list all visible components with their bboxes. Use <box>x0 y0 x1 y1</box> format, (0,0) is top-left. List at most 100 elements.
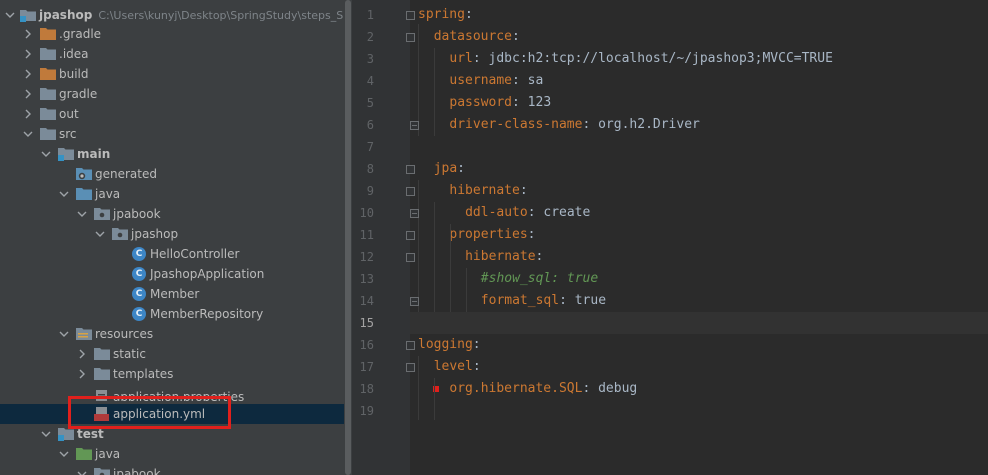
tree-item-java[interactable]: java <box>0 184 344 204</box>
chevron-right-icon[interactable] <box>22 108 34 120</box>
tree-root-jpashop[interactable]: jpashop C:\Users\kunyj\Desktop\SpringStu… <box>0 5 344 25</box>
fold-start-icon[interactable] <box>406 363 415 372</box>
chevron-right-icon[interactable] <box>76 348 88 360</box>
fold-end-icon[interactable] <box>410 297 419 306</box>
tree-item-label: src <box>59 127 77 141</box>
indent-guide <box>434 378 435 420</box>
code-line[interactable]: driver-class-name: org.h2.Driver <box>449 114 699 136</box>
tree-item-build[interactable]: build <box>0 64 344 84</box>
tree-item-resources[interactable]: resources <box>0 324 344 344</box>
tree-item-src[interactable]: src <box>0 124 344 144</box>
tree-item-application-yml[interactable]: application.yml <box>0 404 344 424</box>
indent-guide <box>434 202 435 312</box>
tree-item-gradle[interactable]: gradle <box>0 84 344 104</box>
yaml-value: org.h2.Driver <box>590 117 700 132</box>
tree-scrollbar[interactable] <box>344 0 352 475</box>
code-line[interactable]: hibernate: <box>465 246 543 268</box>
tree-item-static[interactable]: static <box>0 344 344 364</box>
tree-item-templates[interactable]: templates <box>0 364 344 384</box>
code-line[interactable]: jpa: <box>434 158 465 180</box>
chevron-right-icon[interactable] <box>22 28 34 40</box>
code-line[interactable]: datasource: <box>434 26 520 48</box>
code-line[interactable]: password: 123 <box>449 92 551 114</box>
code-line[interactable]: level: <box>434 356 481 378</box>
fold-end-icon[interactable] <box>410 209 419 218</box>
tree-item-test-jpabook[interactable]: jpabook <box>0 464 344 475</box>
fold-start-icon[interactable] <box>406 187 415 196</box>
code-line[interactable]: spring: <box>418 4 473 26</box>
source-folder-icon <box>76 187 92 201</box>
tree-item-main[interactable]: main <box>0 144 344 164</box>
tree-item-label: JpashopApplication <box>150 267 265 281</box>
tree-item-generated[interactable]: generated <box>0 164 344 184</box>
line-number: 13 <box>359 272 374 286</box>
fold-start-icon[interactable] <box>406 341 415 350</box>
chevron-down-icon[interactable] <box>4 9 16 21</box>
tree-item-memberrepository[interactable]: C MemberRepository <box>0 304 344 324</box>
code-line[interactable]: #show_sql: true <box>481 268 598 290</box>
folder-icon <box>40 107 56 121</box>
code-line[interactable]: properties: <box>449 224 535 246</box>
chevron-down-icon[interactable] <box>76 468 88 475</box>
chevron-right-icon[interactable] <box>22 68 34 80</box>
chevron-down-icon[interactable] <box>40 148 52 160</box>
indent-guide <box>466 268 467 312</box>
tree-item-member[interactable]: C Member <box>0 284 344 304</box>
code-line[interactable]: ddl-auto: create <box>465 202 590 224</box>
code-line[interactable]: logging: <box>418 334 481 356</box>
line-number: 17 <box>359 360 374 374</box>
tree-item-label: out <box>59 107 79 121</box>
tree-item-jpashop-package[interactable]: jpashop <box>0 224 344 244</box>
code-line[interactable]: username: sa <box>449 70 543 92</box>
chevron-right-icon[interactable] <box>22 88 34 100</box>
tree-item-label: java <box>95 447 121 461</box>
tree-item-application-properties[interactable]: application.properties <box>0 387 344 401</box>
yaml-value: 123 <box>519 95 552 110</box>
fold-start-icon[interactable] <box>406 11 415 20</box>
fold-start-icon[interactable] <box>406 33 415 42</box>
chevron-down-icon[interactable] <box>94 228 106 240</box>
chevron-down-icon[interactable] <box>40 428 52 440</box>
tree-item-gradle-dir[interactable]: .gradle <box>0 24 344 44</box>
yaml-value: jdbc:h2:tcp://localhost/~/jpashop3;MVCC=… <box>480 51 833 66</box>
tree-item-out[interactable]: out <box>0 104 344 124</box>
fold-start-icon[interactable] <box>406 253 415 262</box>
line-number: 9 <box>366 184 374 198</box>
tree-item-idea[interactable]: .idea <box>0 44 344 64</box>
yaml-value: true <box>566 293 607 308</box>
indent-guide <box>418 24 419 136</box>
scrollbar-thumb[interactable] <box>345 0 351 475</box>
code-line[interactable]: url: jdbc:h2:tcp://localhost/~/jpashop3;… <box>449 48 833 70</box>
tree-item-test-java[interactable]: java <box>0 444 344 464</box>
code-line[interactable]: org.hibernate.SQL: debug <box>449 378 637 400</box>
chevron-right-icon[interactable] <box>76 368 88 380</box>
code-line[interactable]: hibernate: <box>449 180 527 202</box>
code-editor[interactable]: spring: datasource: url: jdbc:h2:tcp://loc… <box>410 0 988 475</box>
tree-item-hellocontroller[interactable]: C HelloController <box>0 244 344 264</box>
folder-icon <box>40 47 56 61</box>
fold-start-icon[interactable] <box>406 231 415 240</box>
package-icon <box>94 467 110 475</box>
fold-start-icon[interactable] <box>406 165 415 174</box>
tree-item-label: main <box>77 147 111 161</box>
fold-end-icon[interactable] <box>410 121 419 130</box>
line-number: 19 <box>359 404 374 418</box>
indent-guide <box>450 224 451 312</box>
tree-item-label: jpabook <box>113 207 161 221</box>
chevron-down-icon[interactable] <box>58 188 70 200</box>
tree-item-label: jpashop <box>39 8 93 22</box>
tree-item-jpabook[interactable]: jpabook <box>0 204 344 224</box>
chevron-right-icon[interactable] <box>22 48 34 60</box>
chevron-down-icon[interactable] <box>22 128 34 140</box>
code-line[interactable]: format_sql: true <box>481 290 606 312</box>
tree-item-jpashopapplication[interactable]: C JpashopApplication <box>0 264 344 284</box>
module-folder-icon <box>58 147 74 161</box>
yaml-key: org.hibernate.SQL <box>449 381 583 396</box>
chevron-down-icon[interactable] <box>76 208 88 220</box>
editor-gutter[interactable]: 1 2 3 4 5 6 7 8 9 10 11 12 13 14 15 16 17 18 19 <box>352 0 419 475</box>
chevron-down-icon[interactable] <box>58 448 70 460</box>
chevron-down-icon[interactable] <box>58 328 70 340</box>
properties-file-icon <box>94 390 110 401</box>
tree-item-test[interactable]: test <box>0 424 344 444</box>
module-folder-icon <box>20 8 36 22</box>
